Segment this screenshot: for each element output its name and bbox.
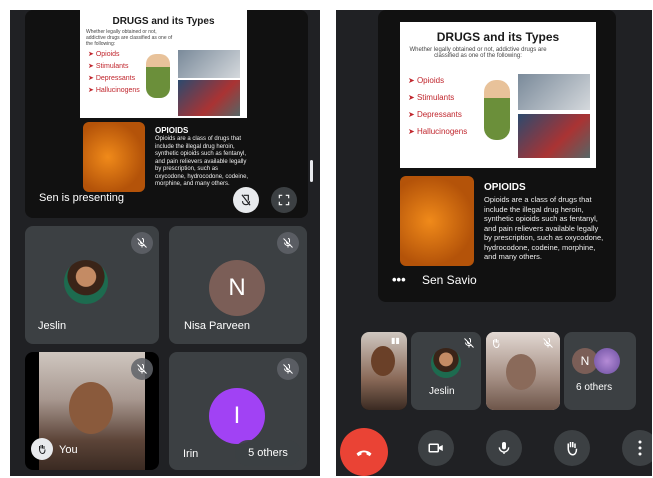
- participant-name: Jeslin: [38, 320, 67, 332]
- audio-level-icon: ▮▮: [391, 336, 400, 345]
- participant-tile-you[interactable]: You: [25, 352, 159, 470]
- slide-top: DRUGS and its Types Whether legally obta…: [400, 22, 596, 168]
- cartoon-figure-image: [146, 54, 170, 98]
- avatar: I: [209, 388, 265, 444]
- cartoon-figure-image: [484, 80, 510, 140]
- bullet-hallucinogens: ➤ Hallucinogens: [408, 127, 468, 136]
- strip-tile-self[interactable]: ▮▮: [361, 332, 407, 410]
- camera-button[interactable]: [418, 430, 454, 466]
- more-vert-icon: [638, 440, 642, 456]
- presenter-name: Sen Savio: [422, 273, 477, 287]
- pill-bottle-image: [400, 176, 474, 266]
- phone-hangup-icon: [356, 450, 372, 457]
- opioids-text: Opioids are a class of drugs that includ…: [155, 136, 249, 187]
- bullet-opioids: ➤ Opioids: [88, 51, 120, 58]
- more-options-icon[interactable]: •••: [392, 272, 406, 287]
- pill-bottle-image: [83, 122, 145, 192]
- bullet-depressants: ➤ Depressants: [88, 75, 136, 82]
- bullet-hallucinogens: ➤ Hallucinogens: [88, 87, 140, 94]
- opioids-text: Opioids are a class of drugs that includ…: [484, 195, 604, 261]
- mic-off-icon: [277, 232, 299, 254]
- self-video-face: [371, 346, 395, 376]
- avatar: [431, 348, 461, 378]
- slide-bullets: ➤ Opioids ➤ Stimulants ➤ Depressants ➤ H…: [88, 50, 140, 94]
- drugs-collage-image: [518, 114, 590, 158]
- slide-subtitle: Whether legally obtained or not, addicti…: [86, 29, 173, 47]
- mic-icon: [498, 442, 510, 454]
- opioids-heading: OPIOIDS: [484, 182, 526, 193]
- fullscreen-icon[interactable]: [271, 187, 297, 213]
- presenting-label: Sen is presenting: [39, 192, 124, 204]
- participant-tile-nisa[interactable]: N Nisa Parveen: [169, 226, 307, 344]
- slide-bullets: ➤ Opioids ➤ Stimulants ➤ Depressants ➤ H…: [408, 76, 467, 136]
- left-call-screen: DRUGS and its Types Whether legally obta…: [10, 10, 320, 476]
- slide-top: DRUGS and its Types Whether legally obta…: [80, 10, 247, 118]
- mic-button[interactable]: [486, 430, 522, 466]
- participant-name: You: [59, 444, 78, 456]
- participant-name: Nisa Parveen: [184, 320, 251, 332]
- others-count-button[interactable]: 5 others: [235, 440, 301, 466]
- others-count: 6 others: [576, 382, 613, 393]
- raise-hand-button[interactable]: [554, 430, 590, 466]
- participant-name: Jeslin: [429, 386, 455, 397]
- right-call-screen: DRUGS and its Types Whether legally obta…: [336, 10, 652, 476]
- scrollbar[interactable]: [310, 160, 313, 182]
- raise-hand-icon: [567, 442, 578, 456]
- mic-off-icon: [131, 358, 153, 380]
- bullet-opioids: ➤ Opioids: [408, 76, 445, 85]
- presentation-tile[interactable]: DRUGS and its Types Whether legally obta…: [25, 10, 308, 218]
- self-video-face: [69, 382, 113, 434]
- mic-off-icon: [463, 336, 475, 354]
- slide-title: DRUGS and its Types: [436, 30, 560, 44]
- camera-icon: [428, 443, 443, 453]
- avatar: [594, 348, 620, 374]
- participant-tile-irin[interactable]: I Irin 5 others: [169, 352, 307, 470]
- mic-off-icon: [542, 336, 554, 354]
- slide-subtitle: Whether legally obtained or not, addicti…: [409, 47, 547, 59]
- pills-image: [518, 74, 590, 110]
- avatar: N: [209, 260, 265, 316]
- bullet-depressants: ➤ Depressants: [408, 110, 462, 119]
- mic-off-icon: [131, 232, 153, 254]
- raise-hand-icon: [490, 336, 502, 354]
- stop-presenting-icon[interactable]: [233, 187, 259, 213]
- hangup-button[interactable]: [340, 428, 388, 476]
- participant-tile-jeslin[interactable]: Jeslin: [25, 226, 159, 344]
- drugs-collage-image: [178, 80, 240, 116]
- participant-name: Irin: [183, 448, 199, 460]
- bullet-stimulants: ➤ Stimulants: [408, 93, 455, 102]
- mic-off-icon: [277, 358, 299, 380]
- strip-tile-others[interactable]: N 6 others: [564, 332, 636, 410]
- presentation-tile[interactable]: DRUGS and its Types Whether legally obta…: [378, 10, 616, 302]
- bullet-stimulants: ➤ Stimulants: [88, 63, 129, 70]
- avatar: [64, 260, 108, 304]
- raise-hand-icon[interactable]: [31, 438, 53, 460]
- strip-tile-jeslin[interactable]: Jeslin: [411, 332, 481, 410]
- slide-title: DRUGS and its Types: [112, 16, 215, 27]
- more-options-button[interactable]: [622, 430, 652, 466]
- participant-face: [506, 354, 536, 390]
- opioids-heading: OPIOIDS: [155, 126, 189, 135]
- pills-image: [178, 50, 240, 78]
- strip-tile-video-participant[interactable]: [486, 332, 560, 410]
